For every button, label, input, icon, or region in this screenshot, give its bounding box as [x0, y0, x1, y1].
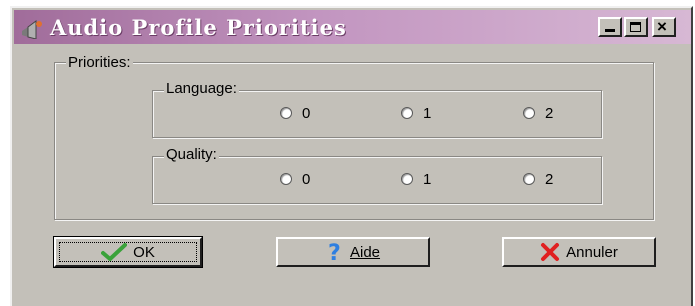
radio-label: 0 [302, 170, 311, 188]
maximize-button[interactable] [624, 17, 648, 37]
svg-text:?: ? [328, 241, 341, 263]
radio-circle[interactable] [280, 173, 292, 185]
radio-label: 0 [302, 104, 311, 122]
priorities-label: Priorities: [66, 54, 133, 71]
close-button[interactable]: × [652, 17, 676, 37]
close-icon: × [657, 17, 667, 36]
language-radio-0[interactable]: 0 [280, 103, 310, 123]
focus-rectangle [59, 242, 197, 262]
minimize-icon [605, 29, 615, 32]
radio-circle[interactable] [401, 107, 413, 119]
quality-radio-0[interactable]: 0 [280, 169, 310, 189]
radio-circle[interactable] [401, 173, 413, 185]
quality-label: Quality: [164, 146, 219, 163]
help-button[interactable]: ? Aide [276, 237, 430, 267]
quality-radio-2[interactable]: 2 [523, 169, 553, 189]
radio-circle[interactable] [523, 173, 535, 185]
maximize-icon [630, 22, 641, 32]
radio-circle[interactable] [280, 107, 292, 119]
red-x-icon [540, 242, 560, 262]
language-label: Language: [164, 80, 239, 97]
cancel-label: Annuler [566, 243, 618, 261]
dialog-window: Audio Profile Priorities × Priorities: L… [10, 6, 693, 306]
radio-label: 2 [545, 170, 554, 188]
title-bar[interactable]: Audio Profile Priorities × [14, 10, 691, 44]
window-title: Audio Profile Priorities [50, 15, 347, 40]
language-radio-1[interactable]: 1 [401, 103, 431, 123]
radio-circle[interactable] [523, 107, 535, 119]
speaker-icon [20, 17, 44, 40]
help-label: Aide [349, 243, 381, 261]
radio-label: 1 [423, 170, 432, 188]
cancel-button[interactable]: Annuler [502, 237, 656, 267]
radio-label: 1 [423, 104, 432, 122]
question-mark-icon: ? [326, 241, 344, 263]
language-radio-2[interactable]: 2 [523, 103, 553, 123]
minimize-button[interactable] [598, 17, 622, 37]
radio-label: 2 [545, 104, 554, 122]
quality-radio-1[interactable]: 1 [401, 169, 431, 189]
ok-button[interactable]: OK [53, 236, 203, 268]
